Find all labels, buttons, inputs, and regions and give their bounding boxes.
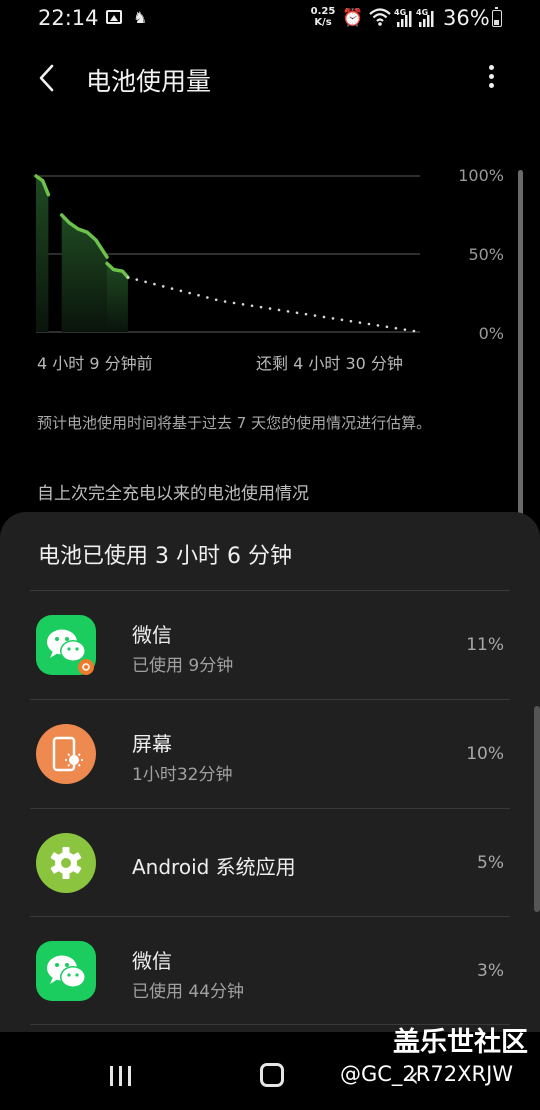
wechat-icon <box>36 615 96 675</box>
app-row-wechat[interactable]: 微信 已使用 44分钟 3% <box>30 916 510 1024</box>
app-percent: 10% <box>466 744 504 764</box>
estimate-note: 预计电池使用时间将基于过去 7 天您的使用情况进行估算。 <box>37 414 432 432</box>
app-name: 屏幕 <box>132 732 172 756</box>
chevron-left-icon <box>39 64 54 92</box>
battery-icon <box>492 7 502 27</box>
app-notification-icon: ♞ <box>133 8 148 27</box>
app-row-wechat[interactable]: 微信 已使用 9分钟 11% <box>30 590 510 698</box>
app-usage-time: 已使用 44分钟 <box>132 982 245 1002</box>
section-title: 自上次完全充电以来的电池使用情况 <box>37 484 309 504</box>
scrollbar[interactable] <box>518 170 523 556</box>
app-name: 微信 <box>132 623 172 647</box>
wifi-icon <box>369 8 391 26</box>
more-dot-icon <box>488 83 494 88</box>
x-end-label: 还剩 4 小时 30 分钟 <box>256 354 403 373</box>
app-usage-time: 已使用 9分钟 <box>132 656 234 676</box>
app-percent: 5% <box>477 853 504 873</box>
app-row-screen[interactable]: 屏幕 1小时32分钟 10% <box>30 699 510 807</box>
network-speed: 0.25 K/s <box>310 6 336 28</box>
page-title: 电池使用量 <box>86 67 212 96</box>
more-options-button[interactable] <box>476 62 506 96</box>
gear-icon <box>36 833 96 893</box>
svg-text:4G: 4G <box>416 8 428 17</box>
alarm-icon: ⏰ <box>342 8 364 28</box>
wechat-icon <box>36 941 96 1001</box>
watermark-handle: @GC_2R72XRJW <box>340 1062 514 1086</box>
app-name: Android 系统应用 <box>132 855 296 879</box>
app-name: 微信 <box>132 949 172 973</box>
recents-button[interactable] <box>108 1066 134 1086</box>
more-dot-icon <box>488 74 494 79</box>
signal-icon: 4G <box>416 8 434 27</box>
svg-text:4G: 4G <box>394 8 406 17</box>
app-usage-time: 1小时32分钟 <box>132 765 233 785</box>
status-bar: 22:14 ♞ 0.25 K/s ⏰ 4G 4G 36% <box>0 0 540 36</box>
battery-percent: 36% <box>443 6 490 30</box>
status-time: 22:14 <box>38 6 99 30</box>
usage-area-0 <box>36 176 49 332</box>
watermark-title: 盖乐世社区 <box>393 1027 528 1058</box>
more-dot-icon <box>488 65 494 70</box>
screen-icon <box>36 724 96 784</box>
home-button[interactable] <box>260 1063 284 1087</box>
gallery-icon <box>106 10 122 24</box>
usage-title: 电池已使用 3 小时 6 分钟 <box>38 544 292 569</box>
app-percent: 11% <box>466 635 504 655</box>
battery-usage-chart: 100% 50% 0% 4 小时 9 分钟前 还剩 4 小时 30 分钟 <box>0 150 540 380</box>
x-start-label: 4 小时 9 分钟前 <box>37 354 153 373</box>
signal-icon: 4G <box>394 8 412 27</box>
projection-line <box>126 276 422 334</box>
edge-panel-handle[interactable] <box>534 706 540 912</box>
y-tick-label: 0% <box>478 324 504 343</box>
app-percent: 3% <box>477 961 504 981</box>
usage-card: 电池已使用 3 小时 6 分钟 微信 已使用 9分钟 11% 屏幕 1小时32分… <box>0 512 540 1032</box>
y-tick-label: 50% <box>468 245 504 264</box>
y-tick-label: 100% <box>458 166 504 185</box>
app-row-android-system[interactable]: Android 系统应用 5% <box>30 808 510 916</box>
back-button[interactable] <box>30 60 66 96</box>
